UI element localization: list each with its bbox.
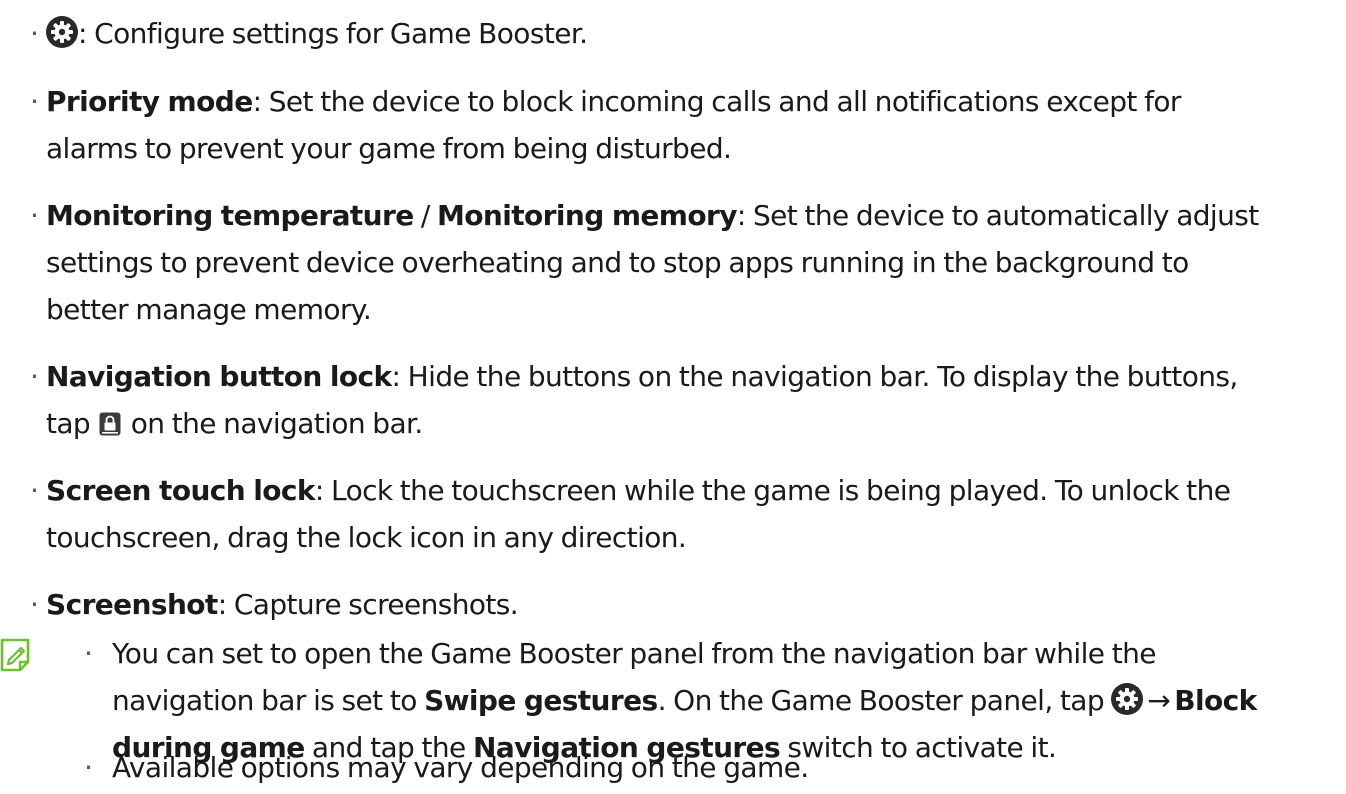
- bullet: ·: [30, 85, 39, 118]
- arrow-right-icon: →: [1147, 684, 1171, 717]
- bullet: ·: [30, 199, 39, 232]
- term-screenshot: Screenshot: [46, 588, 218, 621]
- note-line: Available options may vary depending on …: [112, 751, 809, 784]
- lock-icon: [99, 412, 121, 436]
- bullet: ·: [84, 751, 93, 784]
- description-line: : Capture screenshots.: [217, 588, 519, 621]
- description-line: : Hide the buttons on the navigation bar…: [391, 360, 1239, 393]
- term-swipe-gestures: Swipe gestures: [424, 684, 658, 717]
- description-line: alarms to prevent your game from being d…: [46, 132, 732, 165]
- item-text: Screen touch lock: Lock the touchscreen …: [46, 467, 1341, 561]
- term-screen-touch-lock: Screen touch lock: [46, 474, 316, 507]
- description-line: : Set the device to automatically adjust: [736, 199, 1259, 232]
- note-text-segment: navigation bar is set to: [112, 684, 417, 717]
- term-block: Block: [1174, 684, 1257, 717]
- settings-description: : Configure settings for Game Booster.: [78, 17, 588, 50]
- bullet: ·: [30, 474, 39, 507]
- note-line: You can set to open the Game Booster pan…: [112, 637, 1156, 670]
- note-text-segment: . On the Game Booster panel, tap: [657, 684, 1105, 717]
- item-text: : Configure settings for Game Booster.: [46, 10, 1341, 57]
- bullet: ·: [30, 17, 39, 50]
- description-line: : Set the device to block incoming calls…: [252, 85, 1182, 118]
- bullet: ·: [84, 637, 93, 670]
- item-text: Monitoring temperature / Monitoring memo…: [46, 192, 1341, 333]
- item-text: Screenshot: Capture screenshots.: [46, 581, 1341, 628]
- term-navigation-button-lock: Navigation button lock: [46, 360, 392, 393]
- description-text: tap: [46, 407, 91, 440]
- term-monitoring-memory: Monitoring memory: [437, 199, 737, 232]
- description-line: settings to prevent device overheating a…: [46, 246, 1189, 279]
- bullet: ·: [30, 360, 39, 393]
- item-text: Navigation button lock: Hide the buttons…: [46, 353, 1341, 447]
- gear-icon: [1111, 683, 1144, 715]
- term-monitoring-temperature: Monitoring temperature: [46, 199, 414, 232]
- description-text: on the navigation bar.: [130, 407, 424, 440]
- gear-icon: [46, 16, 78, 48]
- manual-page: · : Configure settings for Game Booster.…: [0, 0, 1346, 794]
- item-text: Priority mode: Set the device to block i…: [46, 78, 1341, 172]
- description-line: better manage memory.: [46, 293, 372, 326]
- bullet: ·: [30, 588, 39, 621]
- note-pencil-icon: [0, 638, 30, 672]
- description-line: touchscreen, drag the lock icon in any d…: [46, 521, 687, 554]
- note-text: Available options may vary depending on …: [112, 744, 1344, 791]
- term-priority-mode: Priority mode: [46, 85, 253, 118]
- term-separator: /: [413, 199, 438, 232]
- description-line: : Lock the touchscreen while the game is…: [314, 474, 1231, 507]
